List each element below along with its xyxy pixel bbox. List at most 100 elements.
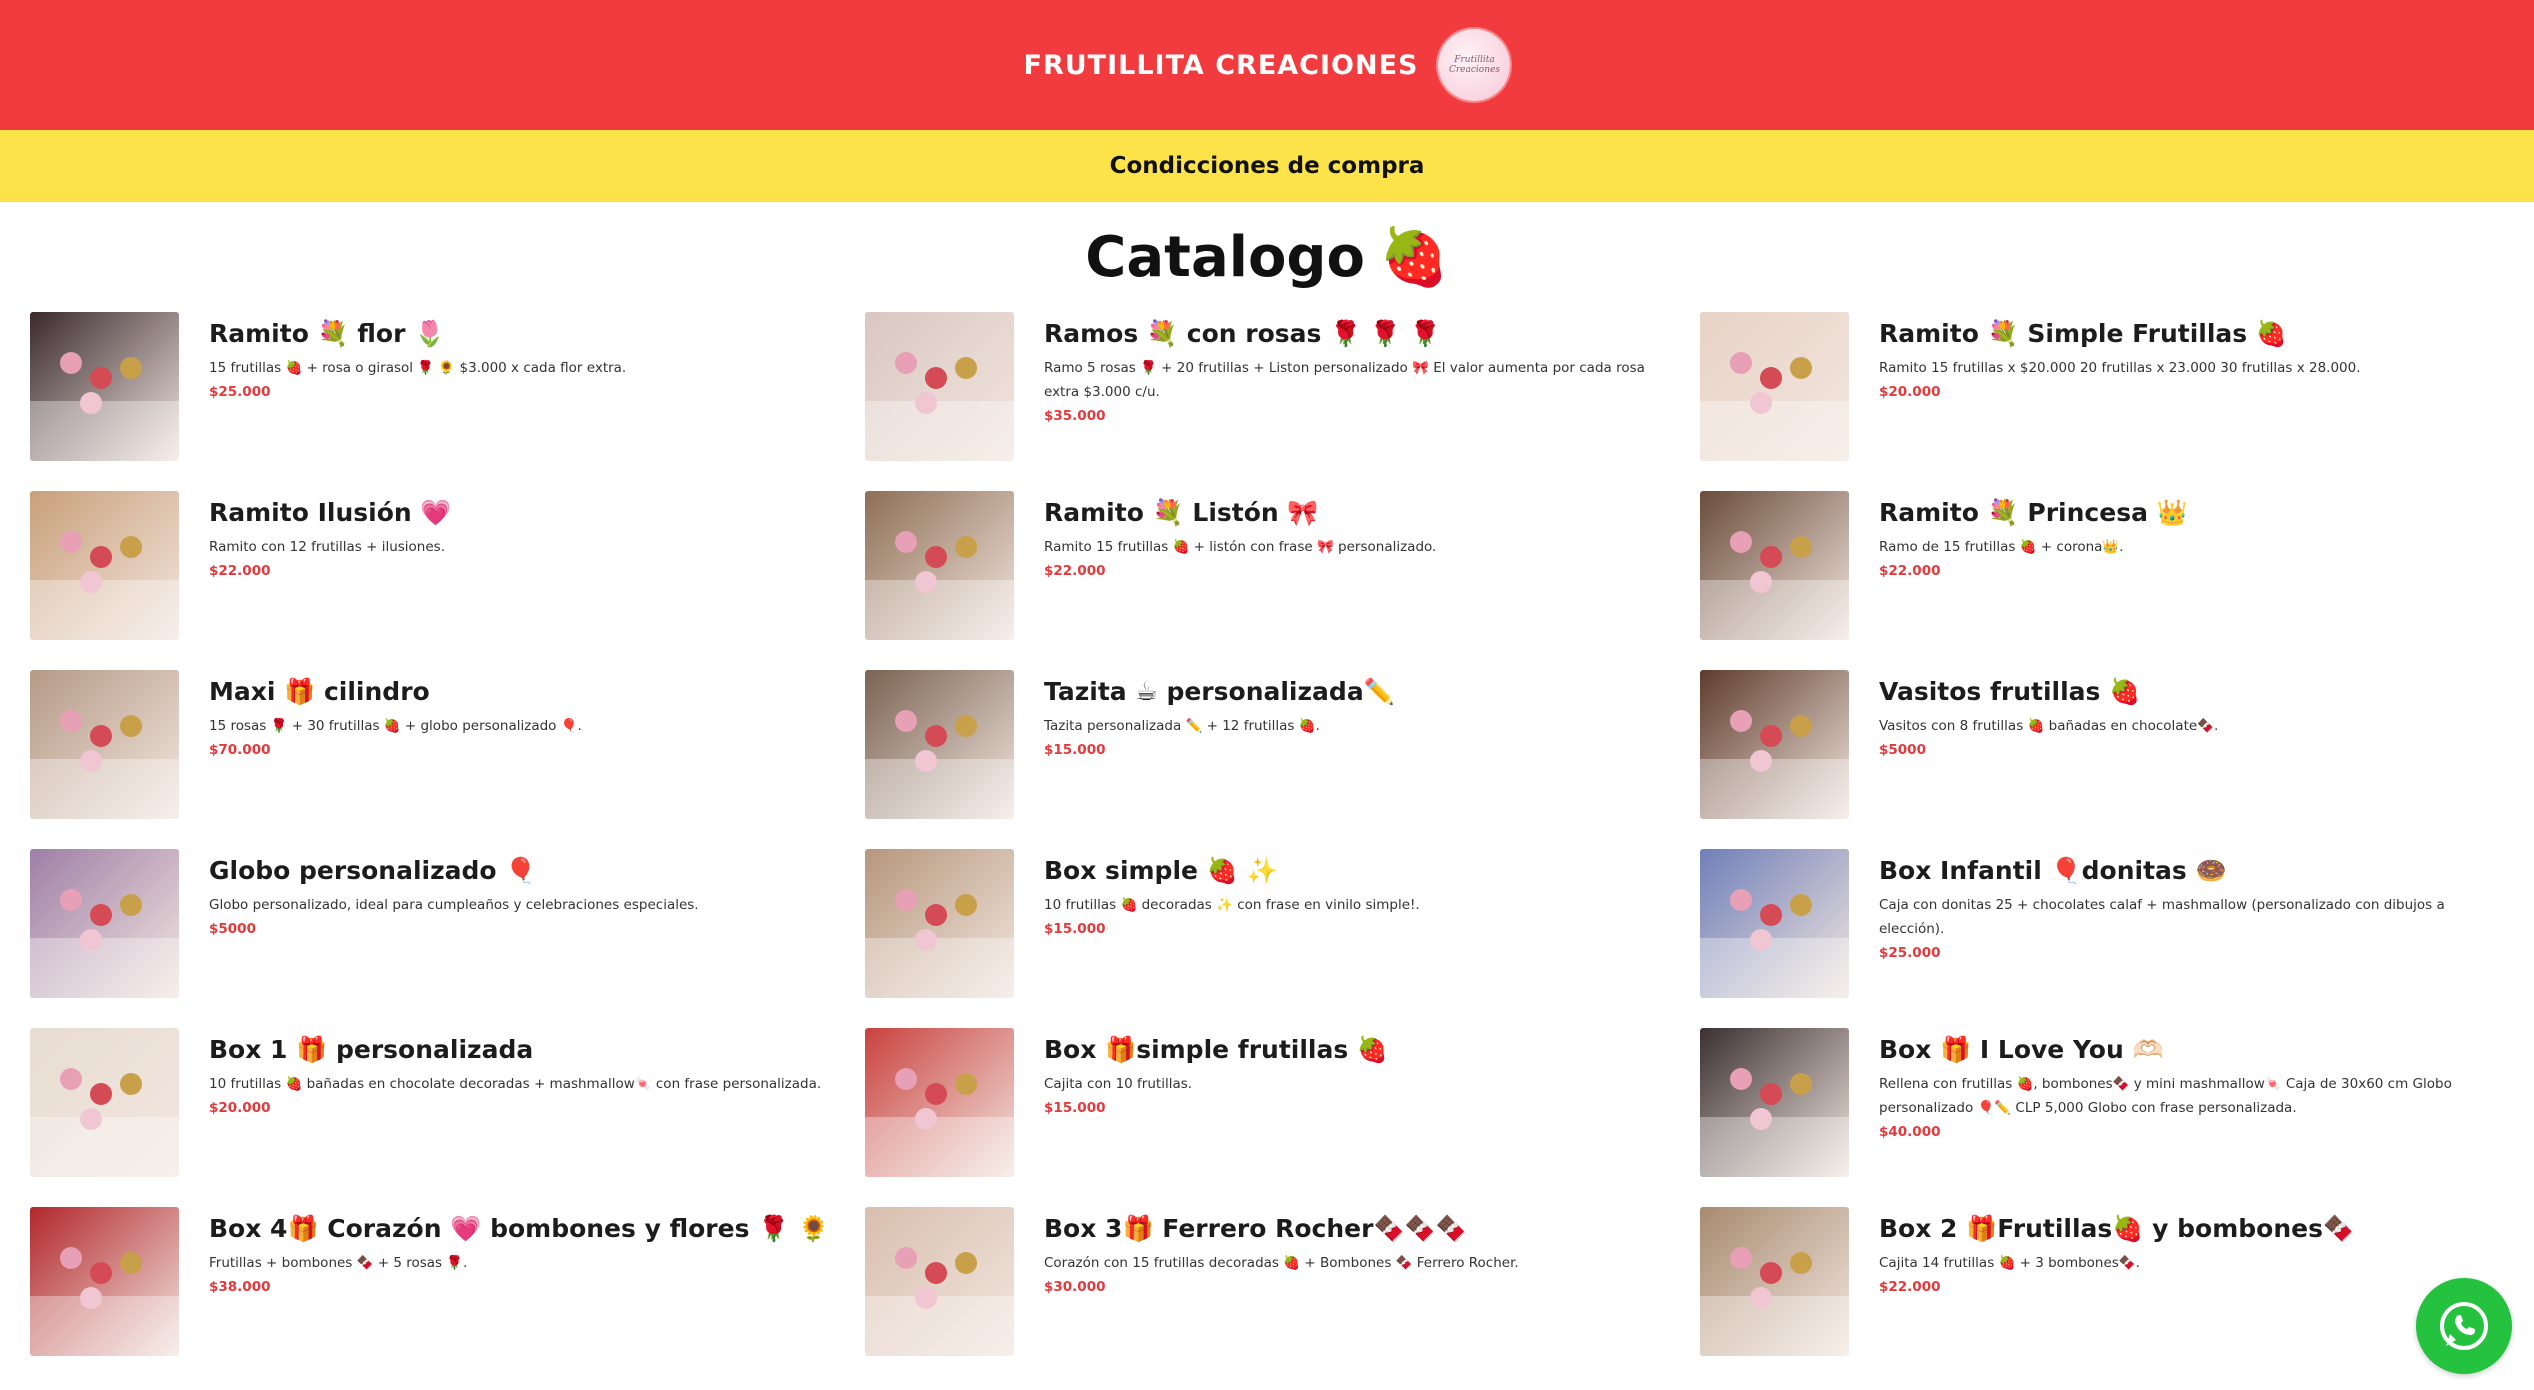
product-image[interactable] [865, 849, 1014, 998]
product-image[interactable] [30, 312, 179, 461]
product-card[interactable]: Vasitos frutillas 🍓 Vasitos con 8 frutill… [1700, 670, 2534, 819]
product-name[interactable]: Ramito 💐 Simple Frutillas 🍓 [1879, 316, 2361, 352]
product-name[interactable]: Box 🎁 I Love You 🫶🏻 [1879, 1032, 2511, 1068]
conditions-link[interactable]: Condicciones de compra [1110, 153, 1425, 179]
image-fruit-decor [80, 571, 102, 593]
product-info: Ramito 💐 Princesa 👑 Ramo de 15 frutillas … [1879, 491, 2188, 640]
product-card[interactable]: Box simple 🍓 ✨ 10 frutillas 🍓 decoradas ✨… [865, 849, 1700, 998]
product-card[interactable]: Globo personalizado 🎈 Globo personalizado… [30, 849, 865, 998]
image-fruit-decor [1760, 546, 1782, 568]
product-image[interactable] [1700, 491, 1849, 640]
product-card[interactable]: Box 3🎁 Ferrero Rocher🍫🍫🍫 Corazón con 15 f… [865, 1207, 1700, 1356]
product-image[interactable] [1700, 849, 1849, 998]
product-card[interactable]: Box 1 🎁 personalizada 10 frutillas 🍓 baña… [30, 1028, 865, 1177]
product-name[interactable]: Ramito 💐 flor 🌷 [209, 316, 626, 352]
product-name[interactable]: Ramito 💐 Listón 🎀 [1044, 495, 1436, 531]
product-price: $35.000 [1044, 408, 1106, 424]
image-wrap-decor [30, 401, 179, 461]
image-wrap-decor [1700, 401, 1849, 461]
image-fruit-decor [90, 367, 112, 389]
product-name[interactable]: Ramito Ilusión 💗 [209, 495, 452, 531]
product-image[interactable] [1700, 1207, 1849, 1356]
product-info: Ramito 💐 Listón 🎀 Ramito 15 frutillas 🍓 +… [1044, 491, 1436, 640]
product-card[interactable]: Ramito 💐 flor 🌷 15 frutillas 🍓 + rosa o g… [30, 312, 865, 461]
image-fruit-decor [1730, 1247, 1752, 1269]
product-card[interactable]: Box Infantil 🎈donitas 🍩 Caja con donitas … [1700, 849, 2534, 998]
image-wrap-decor [30, 1117, 179, 1177]
product-description: 10 frutillas 🍓 decoradas ✨ con frase en … [1044, 897, 1420, 913]
product-card[interactable]: Box 🎁simple frutillas 🍓 Cajita con 10 fru… [865, 1028, 1700, 1177]
product-info: Vasitos frutillas 🍓 Vasitos con 8 frutill… [1879, 670, 2218, 819]
product-card[interactable]: Tazita ☕ personalizada✏️ Tazita personali… [865, 670, 1700, 819]
product-price: $38.000 [209, 1279, 271, 1295]
conditions-bar: Condicciones de compra [0, 130, 2534, 202]
whatsapp-button[interactable] [2416, 1278, 2512, 1374]
image-fruit-decor [1760, 1262, 1782, 1284]
product-card[interactable]: Box 🎁 I Love You 🫶🏻 Rellena con frutillas… [1700, 1028, 2534, 1177]
product-name[interactable]: Box simple 🍓 ✨ [1044, 853, 1420, 889]
product-name[interactable]: Maxi 🎁 cilindro [209, 674, 582, 710]
product-name[interactable]: Globo personalizado 🎈 [209, 853, 699, 889]
image-fruit-decor [120, 1073, 142, 1095]
product-image[interactable] [30, 1028, 179, 1177]
product-image[interactable] [865, 1028, 1014, 1177]
product-image[interactable] [865, 1207, 1014, 1356]
image-wrap-decor [30, 1296, 179, 1356]
product-info: Ramito Ilusión 💗 Ramito con 12 frutillas … [209, 491, 452, 640]
product-image[interactable] [865, 670, 1014, 819]
product-info: Box 2 🎁Frutillas🍓 y bombones🍫 Cajita 14 f… [1879, 1207, 2354, 1356]
product-image[interactable] [1700, 312, 1849, 461]
image-wrap-decor [30, 938, 179, 998]
product-card[interactable]: Ramito 💐 Princesa 👑 Ramo de 15 frutillas … [1700, 491, 2534, 640]
image-fruit-decor [1750, 571, 1772, 593]
image-wrap-decor [1700, 580, 1849, 640]
product-image[interactable] [1700, 670, 1849, 819]
image-fruit-decor [60, 889, 82, 911]
product-image[interactable] [30, 1207, 179, 1356]
product-image[interactable] [1700, 1028, 1849, 1177]
product-card[interactable]: Box 4🎁 Corazón 💗 bombones y flores 🌹 🌻 Fr… [30, 1207, 865, 1356]
product-image[interactable] [865, 491, 1014, 640]
product-card[interactable]: Box 2 🎁Frutillas🍓 y bombones🍫 Cajita 14 f… [1700, 1207, 2534, 1356]
product-name[interactable]: Box Infantil 🎈donitas 🍩 [1879, 853, 2511, 889]
product-description: Ramo de 15 frutillas 🍓 + corona👑. [1879, 539, 2124, 555]
product-card[interactable]: Ramito Ilusión 💗 Ramito con 12 frutillas … [30, 491, 865, 640]
image-fruit-decor [925, 1262, 947, 1284]
product-info: Maxi 🎁 cilindro 15 rosas 🌹 + 30 frutillas… [209, 670, 582, 819]
image-fruit-decor [895, 352, 917, 374]
product-card[interactable]: Maxi 🎁 cilindro 15 rosas 🌹 + 30 frutillas… [30, 670, 865, 819]
product-name[interactable]: Box 1 🎁 personalizada [209, 1032, 821, 1068]
product-name[interactable]: Box 🎁simple frutillas 🍓 [1044, 1032, 1388, 1068]
brand-name[interactable]: FRUTILLITA CREACIONES [1024, 50, 1419, 81]
image-fruit-decor [1760, 904, 1782, 926]
product-card[interactable]: Ramos 💐 con rosas 🌹 🌹 🌹 Ramo 5 rosas 🌹 + … [865, 312, 1700, 461]
product-description: 15 frutillas 🍓 + rosa o girasol 🌹 🌻 $3.0… [209, 360, 627, 376]
product-card[interactable]: Ramito 💐 Simple Frutillas 🍓 Ramito 15 fru… [1700, 312, 2534, 461]
brand-logo[interactable]: Frutillita Creaciones [1438, 29, 1511, 101]
image-wrap-decor [30, 759, 179, 819]
image-fruit-decor [120, 894, 142, 916]
product-info: Globo personalizado 🎈 Globo personalizado… [209, 849, 699, 998]
image-wrap-decor [865, 1296, 1014, 1356]
product-name[interactable]: Vasitos frutillas 🍓 [1879, 674, 2218, 710]
image-fruit-decor [1790, 536, 1812, 558]
product-name[interactable]: Tazita ☕ personalizada✏️ [1044, 674, 1395, 710]
product-image[interactable] [30, 849, 179, 998]
image-fruit-decor [1760, 1083, 1782, 1105]
product-name[interactable]: Box 2 🎁Frutillas🍓 y bombones🍫 [1879, 1211, 2354, 1247]
product-name[interactable]: Box 4🎁 Corazón 💗 bombones y flores 🌹 🌻 [209, 1211, 829, 1247]
image-fruit-decor [895, 1247, 917, 1269]
image-fruit-decor [90, 1262, 112, 1284]
image-fruit-decor [1790, 1073, 1812, 1095]
product-card[interactable]: Ramito 💐 Listón 🎀 Ramito 15 frutillas 🍓 +… [865, 491, 1700, 640]
product-image[interactable] [865, 312, 1014, 461]
product-name[interactable]: Ramito 💐 Princesa 👑 [1879, 495, 2188, 531]
product-name[interactable]: Box 3🎁 Ferrero Rocher🍫🍫🍫 [1044, 1211, 1519, 1247]
image-fruit-decor [80, 1108, 102, 1130]
product-image[interactable] [30, 491, 179, 640]
product-image[interactable] [30, 670, 179, 819]
image-fruit-decor [895, 889, 917, 911]
product-name[interactable]: Ramos 💐 con rosas 🌹 🌹 🌹 [1044, 316, 1676, 352]
product-price: $30.000 [1044, 1279, 1106, 1295]
strawberry-icon: 🍓 [1378, 225, 1449, 290]
